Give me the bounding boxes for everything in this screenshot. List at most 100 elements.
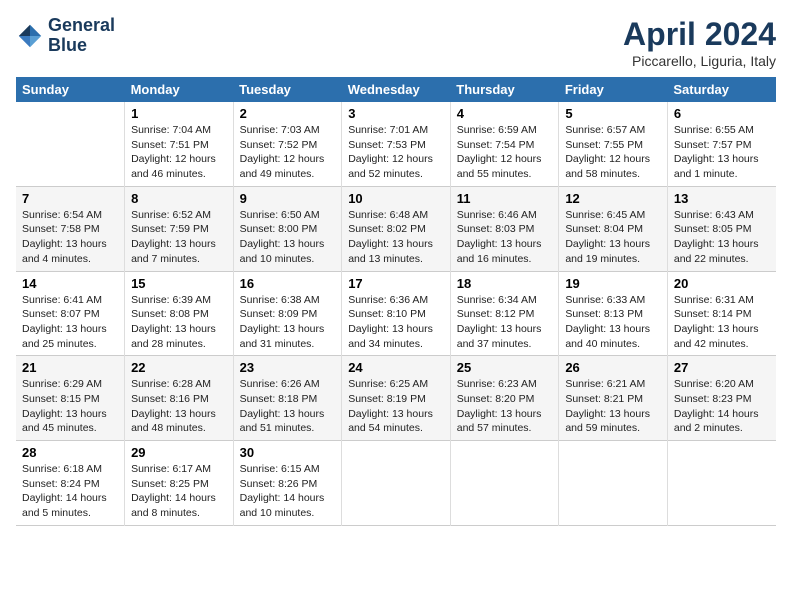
day-number: 30 <box>240 445 336 460</box>
page-header: General Blue April 2024 Piccarello, Ligu… <box>16 16 776 69</box>
logo-icon <box>16 22 44 50</box>
day-number: 29 <box>131 445 227 460</box>
calendar-cell: 29Sunrise: 6:17 AMSunset: 8:25 PMDayligh… <box>125 441 234 526</box>
day-number: 18 <box>457 276 553 291</box>
day-number: 15 <box>131 276 227 291</box>
day-number: 25 <box>457 360 553 375</box>
day-info: Sunrise: 6:25 AMSunset: 8:19 PMDaylight:… <box>348 377 444 436</box>
day-info: Sunrise: 6:52 AMSunset: 7:59 PMDaylight:… <box>131 208 227 267</box>
day-number: 14 <box>22 276 118 291</box>
day-info: Sunrise: 6:57 AMSunset: 7:55 PMDaylight:… <box>565 123 661 182</box>
calendar-cell: 4 Sunrise: 6:59 AMSunset: 7:54 PMDaylight… <box>450 102 559 186</box>
day-number: 19 <box>565 276 661 291</box>
day-info: Sunrise: 6:28 AMSunset: 8:16 PMDaylight:… <box>131 377 227 436</box>
day-number: 22 <box>131 360 227 375</box>
day-number: 12 <box>565 191 661 206</box>
calendar-cell: 28 Sunrise: 6:18 AMSunset: 8:24 PMDayligh… <box>16 441 125 526</box>
calendar-cell <box>16 102 125 186</box>
title-block: April 2024 Piccarello, Liguria, Italy <box>623 16 776 69</box>
day-info: Sunrise: 6:50 AMSunset: 8:00 PMDaylight:… <box>240 208 336 267</box>
day-info: Sunrise: 6:48 AMSunset: 8:02 PMDaylight:… <box>348 208 444 267</box>
weekday-header: Wednesday <box>342 77 451 102</box>
calendar-cell: 30 Sunrise: 6:15 AMSunset: 8:26 PMDayligh… <box>233 441 342 526</box>
day-info: Sunrise: 6:31 AMSunset: 8:14 PMDaylight:… <box>674 293 770 352</box>
logo-line2: Blue <box>48 36 115 56</box>
day-number: 16 <box>240 276 336 291</box>
logo-line1: General <box>48 16 115 36</box>
day-info: Sunrise: 6:20 AMSunset: 8:23 PMDaylight:… <box>674 377 770 436</box>
day-info: Sunrise: 6:41 AMSunset: 8:07 PMDaylight:… <box>22 293 118 352</box>
calendar-cell: 19 Sunrise: 6:33 AMSunset: 8:13 PMDayligh… <box>559 271 668 356</box>
calendar-cell: 6 Sunrise: 6:55 AMSunset: 7:57 PMDaylight… <box>667 102 776 186</box>
day-number: 27 <box>674 360 770 375</box>
day-number: 9 <box>240 191 336 206</box>
calendar-cell: 15 Sunrise: 6:39 AMSunset: 8:08 PMDayligh… <box>125 271 234 356</box>
day-number: 3 <box>348 106 444 121</box>
calendar-cell: 12 Sunrise: 6:45 AMSunset: 8:04 PMDayligh… <box>559 186 668 271</box>
day-number: 4 <box>457 106 553 121</box>
calendar-cell: 14 Sunrise: 6:41 AMSunset: 8:07 PMDayligh… <box>16 271 125 356</box>
month-title: April 2024 <box>623 16 776 53</box>
day-info: Sunrise: 6:54 AMSunset: 7:58 PMDaylight:… <box>22 208 118 267</box>
day-number: 11 <box>457 191 553 206</box>
day-number: 26 <box>565 360 661 375</box>
day-info: Sunrise: 6:55 AMSunset: 7:57 PMDaylight:… <box>674 123 770 182</box>
day-info: Sunrise: 6:23 AMSunset: 8:20 PMDaylight:… <box>457 377 553 436</box>
day-number: 10 <box>348 191 444 206</box>
calendar-cell <box>450 441 559 526</box>
calendar-cell: 13Sunrise: 6:43 AMSunset: 8:05 PMDayligh… <box>667 186 776 271</box>
day-number: 21 <box>22 360 118 375</box>
day-number: 28 <box>22 445 118 460</box>
weekday-header: Friday <box>559 77 668 102</box>
calendar-cell: 26 Sunrise: 6:21 AMSunset: 8:21 PMDayligh… <box>559 356 668 441</box>
calendar-cell <box>342 441 451 526</box>
calendar-week-row: 28 Sunrise: 6:18 AMSunset: 8:24 PMDayligh… <box>16 441 776 526</box>
day-number: 13 <box>674 191 770 206</box>
calendar-cell: 24Sunrise: 6:25 AMSunset: 8:19 PMDayligh… <box>342 356 451 441</box>
day-info: Sunrise: 6:21 AMSunset: 8:21 PMDaylight:… <box>565 377 661 436</box>
day-info: Sunrise: 6:18 AMSunset: 8:24 PMDaylight:… <box>22 462 118 521</box>
calendar-cell: 23 Sunrise: 6:26 AMSunset: 8:18 PMDayligh… <box>233 356 342 441</box>
day-number: 20 <box>674 276 770 291</box>
weekday-header: Monday <box>125 77 234 102</box>
day-info: Sunrise: 7:03 AMSunset: 7:52 PMDaylight:… <box>240 123 336 182</box>
day-info: Sunrise: 6:34 AMSunset: 8:12 PMDaylight:… <box>457 293 553 352</box>
day-number: 2 <box>240 106 336 121</box>
calendar-cell: 22 Sunrise: 6:28 AMSunset: 8:16 PMDayligh… <box>125 356 234 441</box>
day-info: Sunrise: 7:01 AMSunset: 7:53 PMDaylight:… <box>348 123 444 182</box>
day-info: Sunrise: 6:46 AMSunset: 8:03 PMDaylight:… <box>457 208 553 267</box>
day-info: Sunrise: 6:39 AMSunset: 8:08 PMDaylight:… <box>131 293 227 352</box>
calendar-table: SundayMondayTuesdayWednesdayThursdayFrid… <box>16 77 776 526</box>
weekday-header: Sunday <box>16 77 125 102</box>
weekday-header: Tuesday <box>233 77 342 102</box>
calendar-week-row: 21Sunrise: 6:29 AMSunset: 8:15 PMDayligh… <box>16 356 776 441</box>
day-number: 7 <box>22 191 118 206</box>
calendar-cell: 17Sunrise: 6:36 AMSunset: 8:10 PMDayligh… <box>342 271 451 356</box>
day-info: Sunrise: 6:15 AMSunset: 8:26 PMDaylight:… <box>240 462 336 521</box>
calendar-week-row: 14 Sunrise: 6:41 AMSunset: 8:07 PMDayligh… <box>16 271 776 356</box>
calendar-cell: 18 Sunrise: 6:34 AMSunset: 8:12 PMDayligh… <box>450 271 559 356</box>
weekday-header: Thursday <box>450 77 559 102</box>
calendar-cell <box>667 441 776 526</box>
day-number: 6 <box>674 106 770 121</box>
calendar-cell: 7 Sunrise: 6:54 AMSunset: 7:58 PMDaylight… <box>16 186 125 271</box>
day-info: Sunrise: 6:45 AMSunset: 8:04 PMDaylight:… <box>565 208 661 267</box>
day-info: Sunrise: 6:36 AMSunset: 8:10 PMDaylight:… <box>348 293 444 352</box>
weekday-header: Saturday <box>667 77 776 102</box>
day-number: 23 <box>240 360 336 375</box>
day-info: Sunrise: 6:26 AMSunset: 8:18 PMDaylight:… <box>240 377 336 436</box>
calendar-cell <box>559 441 668 526</box>
day-number: 1 <box>131 106 227 121</box>
day-info: Sunrise: 6:59 AMSunset: 7:54 PMDaylight:… <box>457 123 553 182</box>
calendar-header-row: SundayMondayTuesdayWednesdayThursdayFrid… <box>16 77 776 102</box>
calendar-week-row: 1Sunrise: 7:04 AMSunset: 7:51 PMDaylight… <box>16 102 776 186</box>
calendar-cell: 11 Sunrise: 6:46 AMSunset: 8:03 PMDayligh… <box>450 186 559 271</box>
logo: General Blue <box>16 16 115 56</box>
day-info: Sunrise: 6:33 AMSunset: 8:13 PMDaylight:… <box>565 293 661 352</box>
calendar-cell: 16 Sunrise: 6:38 AMSunset: 8:09 PMDayligh… <box>233 271 342 356</box>
day-info: Sunrise: 6:38 AMSunset: 8:09 PMDaylight:… <box>240 293 336 352</box>
calendar-cell: 20 Sunrise: 6:31 AMSunset: 8:14 PMDayligh… <box>667 271 776 356</box>
calendar-cell: 27 Sunrise: 6:20 AMSunset: 8:23 PMDayligh… <box>667 356 776 441</box>
calendar-cell: 21Sunrise: 6:29 AMSunset: 8:15 PMDayligh… <box>16 356 125 441</box>
calendar-week-row: 7 Sunrise: 6:54 AMSunset: 7:58 PMDaylight… <box>16 186 776 271</box>
